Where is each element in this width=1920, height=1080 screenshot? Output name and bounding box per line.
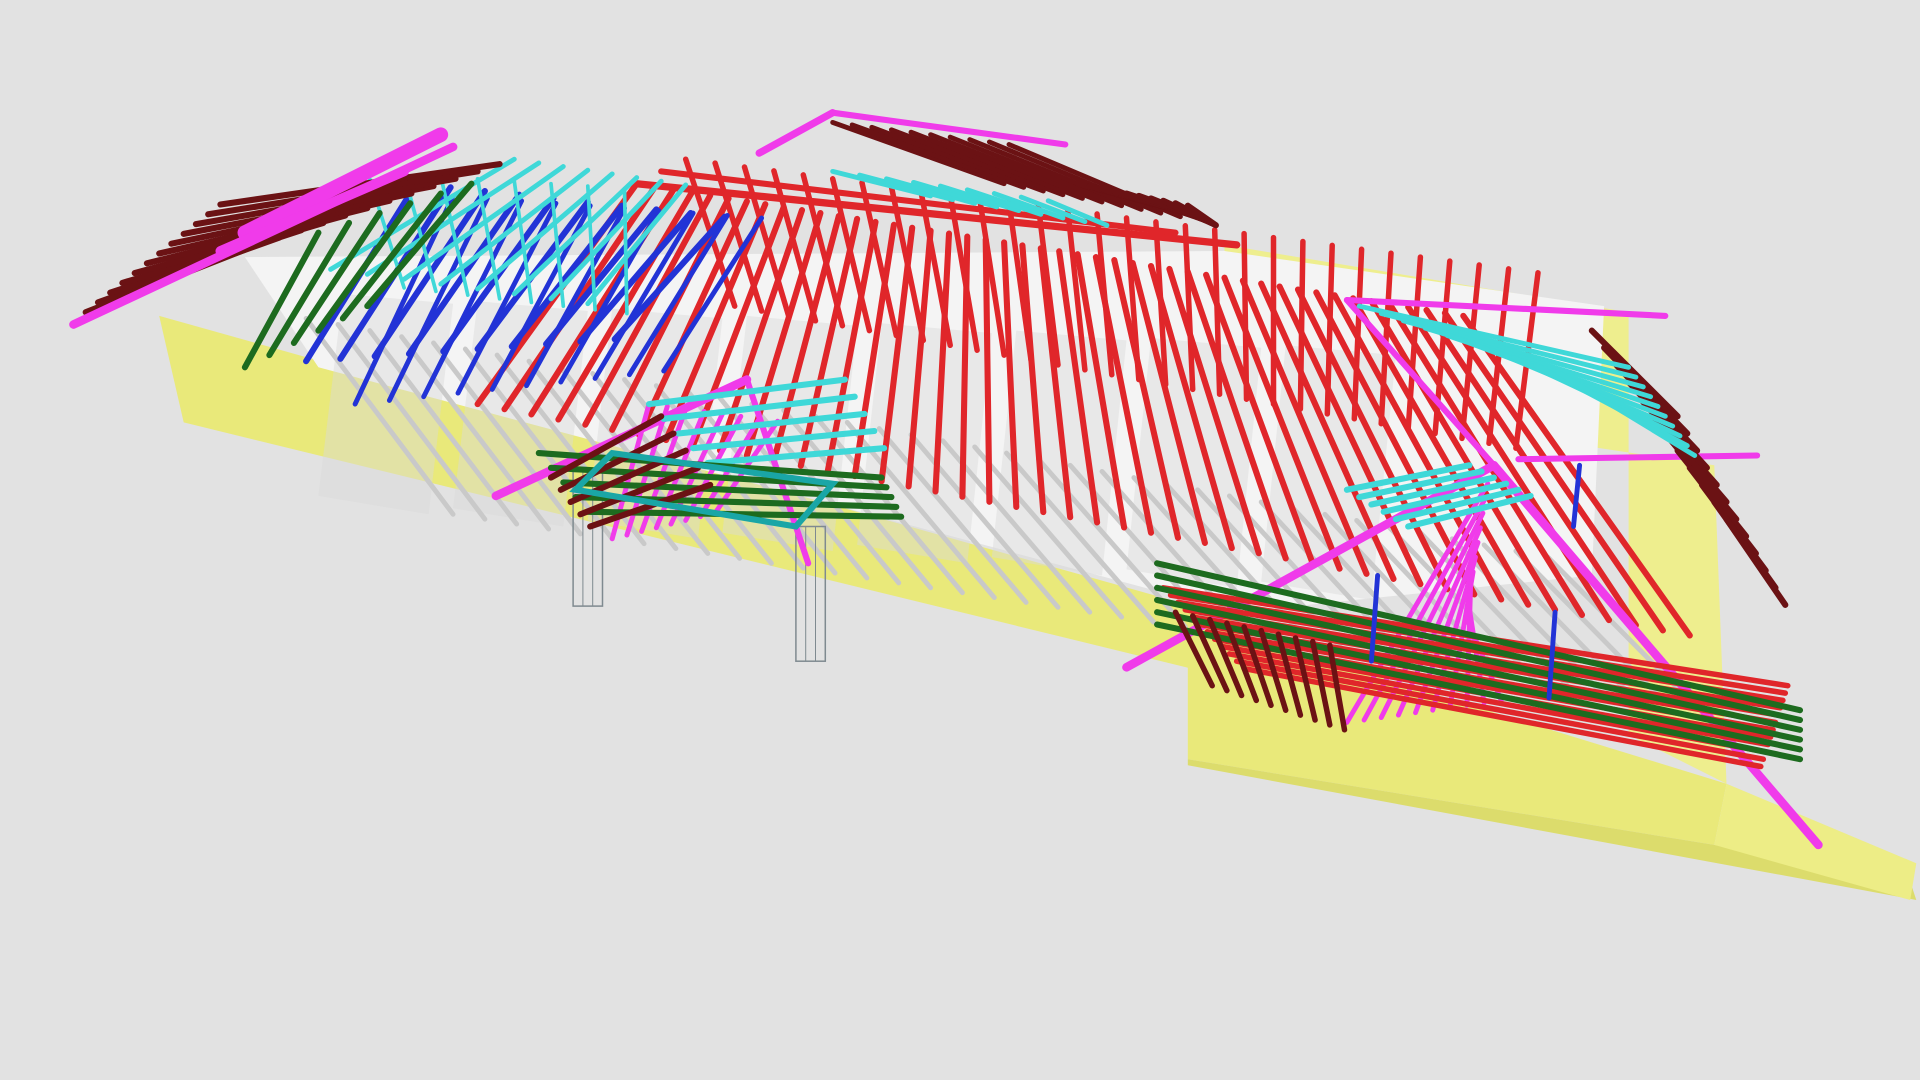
jack-rafter (1723, 516, 1789, 608)
hip-rafter (1515, 452, 1761, 463)
3d-viewport[interactable] (0, 0, 1920, 1080)
valley-truss (622, 186, 629, 316)
hip-rafter (755, 109, 837, 157)
roof-framing-model[interactable] (0, 0, 1920, 1080)
common-rafter (982, 236, 993, 505)
common-rafter (1241, 230, 1250, 402)
common-rafter (1297, 238, 1306, 412)
